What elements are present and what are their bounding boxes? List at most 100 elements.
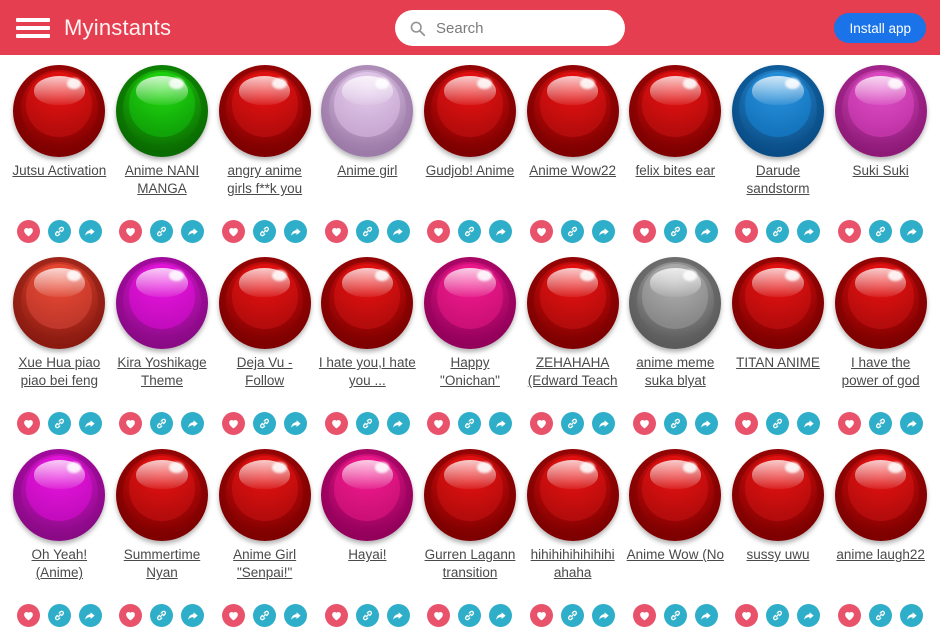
- copy-link-button[interactable]: [47, 220, 71, 243]
- copy-link-button[interactable]: [561, 604, 585, 627]
- play-sound-button[interactable]: [13, 449, 106, 541]
- sound-title-link[interactable]: angry anime girls f**k you: [216, 162, 314, 198]
- favorite-button[interactable]: [838, 412, 862, 435]
- play-sound-button[interactable]: [13, 65, 106, 157]
- copy-link-button[interactable]: [458, 412, 482, 435]
- share-button[interactable]: [489, 604, 513, 627]
- play-sound-button[interactable]: [731, 449, 824, 541]
- copy-link-button[interactable]: [458, 220, 482, 243]
- play-sound-button[interactable]: [423, 257, 516, 349]
- sound-title-link[interactable]: sussy uwu: [746, 546, 809, 564]
- share-button[interactable]: [694, 412, 718, 435]
- copy-link-button[interactable]: [663, 412, 687, 435]
- copy-link-button[interactable]: [869, 220, 893, 243]
- share-button[interactable]: [284, 412, 308, 435]
- play-sound-button[interactable]: [423, 65, 516, 157]
- favorite-button[interactable]: [324, 220, 348, 243]
- favorite-button[interactable]: [16, 604, 40, 627]
- share-button[interactable]: [181, 412, 205, 435]
- share-button[interactable]: [592, 412, 616, 435]
- play-sound-button[interactable]: [115, 65, 208, 157]
- sound-title-link[interactable]: hihihihihihihihi ahaha: [524, 546, 622, 582]
- sound-title-link[interactable]: Anime Wow (No: [627, 546, 724, 564]
- play-sound-button[interactable]: [321, 65, 414, 157]
- copy-link-button[interactable]: [150, 412, 174, 435]
- sound-title-link[interactable]: Gudjob! Anime: [426, 162, 515, 180]
- play-sound-button[interactable]: [115, 449, 208, 541]
- sound-title-link[interactable]: I hate you,I hate you ...: [318, 354, 416, 390]
- play-sound-button[interactable]: [526, 65, 619, 157]
- sound-title-link[interactable]: felix bites ear: [636, 162, 716, 180]
- play-sound-button[interactable]: [834, 65, 927, 157]
- favorite-button[interactable]: [632, 220, 656, 243]
- favorite-button[interactable]: [632, 604, 656, 627]
- copy-link-button[interactable]: [766, 604, 790, 627]
- play-sound-button[interactable]: [629, 65, 722, 157]
- play-sound-button[interactable]: [13, 257, 106, 349]
- favorite-button[interactable]: [119, 412, 143, 435]
- install-app-button[interactable]: Install app: [834, 13, 926, 43]
- copy-link-button[interactable]: [253, 220, 277, 243]
- sound-title-link[interactable]: Oh Yeah! (Anime): [10, 546, 108, 582]
- sound-title-link[interactable]: Summertime Nyan: [113, 546, 211, 582]
- play-sound-button[interactable]: [218, 65, 311, 157]
- sound-title-link[interactable]: I have the power of god: [832, 354, 930, 390]
- play-sound-button[interactable]: [218, 449, 311, 541]
- share-button[interactable]: [694, 604, 718, 627]
- favorite-button[interactable]: [735, 604, 759, 627]
- copy-link-button[interactable]: [150, 604, 174, 627]
- favorite-button[interactable]: [16, 412, 40, 435]
- search-input[interactable]: [436, 19, 611, 37]
- copy-link-button[interactable]: [253, 604, 277, 627]
- copy-link-button[interactable]: [150, 220, 174, 243]
- play-sound-button[interactable]: [731, 257, 824, 349]
- play-sound-button[interactable]: [321, 449, 414, 541]
- play-sound-button[interactable]: [218, 257, 311, 349]
- copy-link-button[interactable]: [47, 604, 71, 627]
- copy-link-button[interactable]: [355, 220, 379, 243]
- sound-title-link[interactable]: Xue Hua piao piao bei feng: [10, 354, 108, 390]
- share-button[interactable]: [592, 604, 616, 627]
- copy-link-button[interactable]: [766, 412, 790, 435]
- share-button[interactable]: [78, 220, 102, 243]
- copy-link-button[interactable]: [663, 220, 687, 243]
- sound-title-link[interactable]: Happy "Onichan": [421, 354, 519, 390]
- favorite-button[interactable]: [632, 412, 656, 435]
- sound-title-link[interactable]: Deja Vu - Follow: [216, 354, 314, 390]
- copy-link-button[interactable]: [47, 412, 71, 435]
- sound-title-link[interactable]: Hayai!: [348, 546, 386, 564]
- share-button[interactable]: [900, 220, 924, 243]
- sound-title-link[interactable]: ZEHAHAHA (Edward Teach: [524, 354, 622, 390]
- play-sound-button[interactable]: [629, 449, 722, 541]
- favorite-button[interactable]: [222, 604, 246, 627]
- share-button[interactable]: [797, 412, 821, 435]
- copy-link-button[interactable]: [253, 412, 277, 435]
- share-button[interactable]: [694, 220, 718, 243]
- play-sound-button[interactable]: [731, 65, 824, 157]
- share-button[interactable]: [181, 604, 205, 627]
- hamburger-menu-icon[interactable]: [16, 15, 50, 41]
- sound-title-link[interactable]: Anime NANI MANGA: [113, 162, 211, 198]
- favorite-button[interactable]: [530, 412, 554, 435]
- copy-link-button[interactable]: [355, 412, 379, 435]
- share-button[interactable]: [489, 220, 513, 243]
- sound-title-link[interactable]: Anime Wow22: [529, 162, 616, 180]
- sound-title-link[interactable]: Darude sandstorm: [729, 162, 827, 198]
- share-button[interactable]: [386, 220, 410, 243]
- favorite-button[interactable]: [427, 220, 451, 243]
- play-sound-button[interactable]: [629, 257, 722, 349]
- share-button[interactable]: [284, 604, 308, 627]
- copy-link-button[interactable]: [355, 604, 379, 627]
- favorite-button[interactable]: [119, 220, 143, 243]
- copy-link-button[interactable]: [766, 220, 790, 243]
- share-button[interactable]: [489, 412, 513, 435]
- copy-link-button[interactable]: [458, 604, 482, 627]
- share-button[interactable]: [900, 604, 924, 627]
- play-sound-button[interactable]: [321, 257, 414, 349]
- sound-title-link[interactable]: Suki Suki: [853, 162, 909, 180]
- copy-link-button[interactable]: [663, 604, 687, 627]
- favorite-button[interactable]: [838, 220, 862, 243]
- play-sound-button[interactable]: [115, 257, 208, 349]
- sound-title-link[interactable]: Gurren Lagann transition: [421, 546, 519, 582]
- share-button[interactable]: [797, 604, 821, 627]
